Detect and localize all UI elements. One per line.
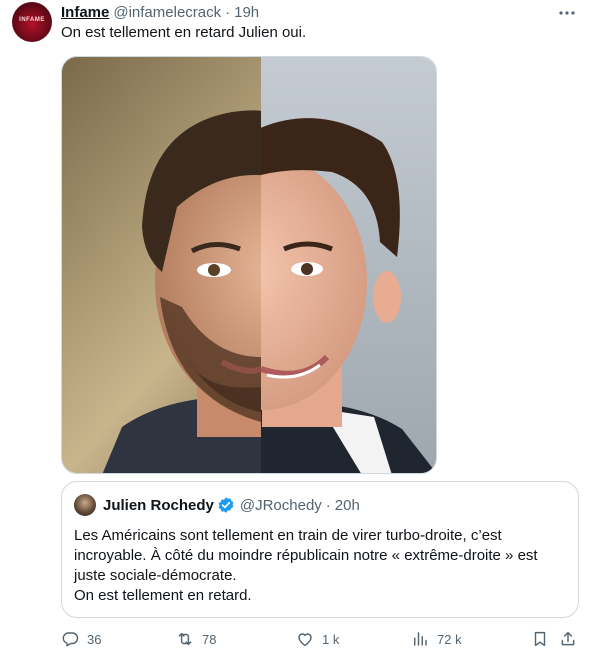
reply-button[interactable]: 36 [61,628,101,650]
bookmark-icon [534,631,546,647]
reply-count: 36 [87,631,102,647]
quoted-text-line: juste sociale-démocrate. [74,567,237,584]
views-button[interactable]: 72 k [411,628,462,650]
share-button[interactable] [559,628,577,650]
quoted-text-line: Les Américains sont tellement en train d… [74,527,502,544]
tweet-header: Infame @infamelecrack · 19h [61,1,259,23]
avatar-logo-text: INFAME [19,17,45,23]
share-icon [561,631,575,646]
quoted-author-handle: @JRochedy [239,496,322,514]
reply-icon [62,632,79,647]
quoted-tweet-text: Les Américains sont tellement en train d… [74,526,570,606]
verified-badge-icon [217,496,235,514]
more-options-icon[interactable] [557,4,577,22]
quoted-text-line: incroyable. À côté du moindre républicai… [74,547,538,564]
separator-dot: · [225,3,231,21]
like-count: 1 k [322,631,340,647]
quoted-timestamp: 20h [334,496,360,514]
repost-button[interactable]: 78 [176,628,216,650]
quoted-tweet[interactable]: Julien Rochedy @JRochedy · 20h Les Améri… [61,481,579,618]
views-count: 72 k [437,631,462,647]
author-handle[interactable]: @infamelecrack [113,4,221,21]
heart-icon [298,633,312,647]
author-display-name[interactable]: Infame [61,4,109,21]
quoted-separator-dot: · [325,496,331,514]
quoted-tweet-header: Julien Rochedy @JRochedy · 20h [103,494,360,516]
analytics-icon [414,632,427,646]
action-bar: 36 78 1 k 72 k [61,628,581,650]
quoted-author-display-name: Julien Rochedy [103,496,214,514]
author-avatar[interactable]: INFAME [12,2,52,42]
tweet-image[interactable] [61,56,437,474]
repost-icon [178,632,192,646]
tweet-timestamp[interactable]: 19h [234,4,259,21]
tweet-text: On est tellement en retard Julien oui. [61,24,307,41]
like-button[interactable]: 1 k [296,628,339,650]
bookmark-button[interactable] [531,628,549,650]
tweet[interactable]: INFAME Infame @infamelecrack · 19h On es… [0,0,593,659]
quoted-author-avatar [74,494,96,516]
quoted-text-line: On est tellement en retard. [74,587,252,604]
face-composite-image [62,57,436,473]
repost-count: 78 [202,631,217,647]
